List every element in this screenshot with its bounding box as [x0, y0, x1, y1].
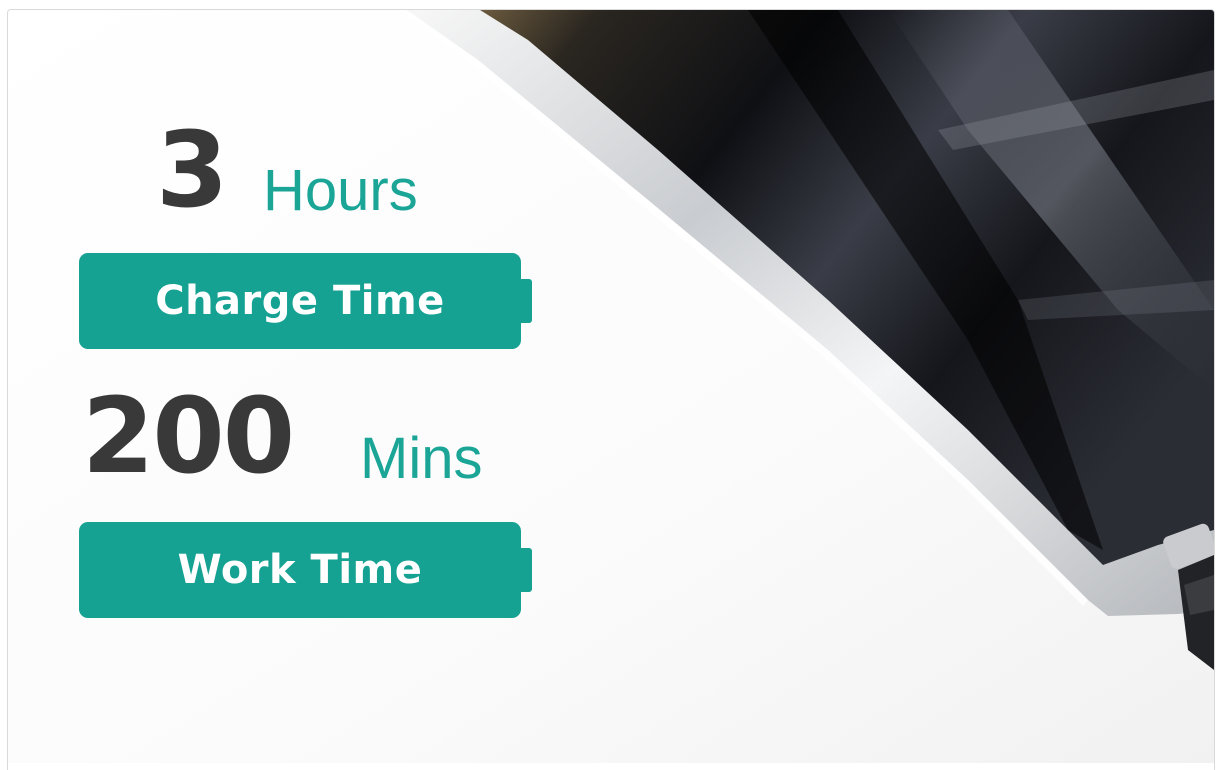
battery-icon [521, 279, 532, 323]
charge-time-battery-badge: Charge Time [79, 253, 532, 349]
work-mins-unit: Mins [360, 426, 483, 491]
work-time-label: Work Time [177, 547, 423, 593]
work-mins-number: 200 [82, 375, 295, 497]
product-banner: 3 Hours Charge Time 200 Mins Work Time [7, 9, 1215, 770]
charge-time-label: Charge Time [155, 278, 445, 324]
charge-hours-unit: Hours [263, 158, 418, 223]
work-time-battery-badge: Work Time [79, 522, 532, 618]
battery-icon [521, 548, 532, 592]
charge-hours-number: 3 [156, 109, 228, 231]
